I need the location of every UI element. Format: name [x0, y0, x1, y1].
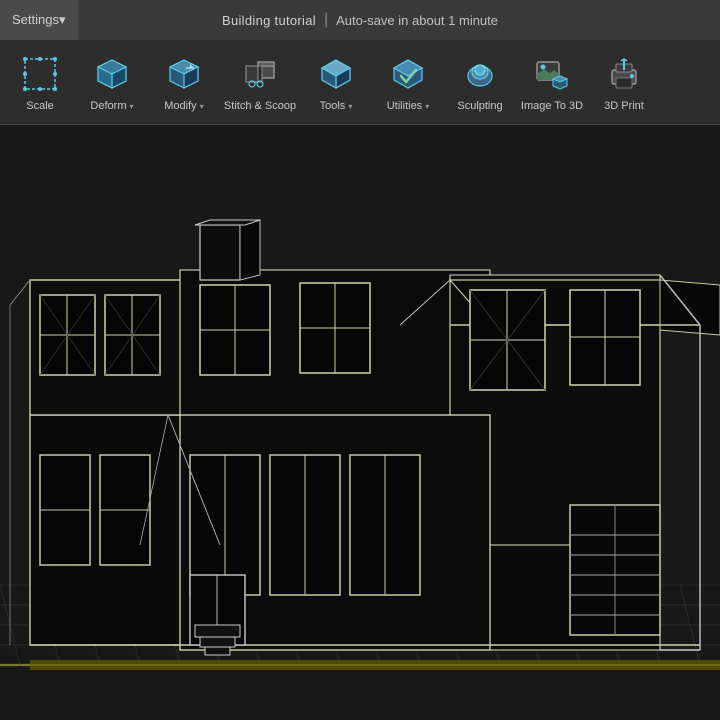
stitch-scoop-icon — [238, 52, 282, 96]
sculpting-icon — [458, 52, 502, 96]
toolbar-item-scale[interactable]: Scale — [4, 42, 76, 122]
toolbar: Scale Deform ▾ Modify ▾ — [0, 40, 720, 125]
image-to-3d-label: Image To 3D — [521, 100, 583, 112]
tools-icon — [314, 52, 358, 96]
3d-print-icon — [602, 52, 646, 96]
toolbar-item-image-to-3d[interactable]: Image To 3D — [516, 42, 588, 122]
stitch-scoop-label: Stitch & Scoop — [224, 100, 296, 112]
settings-label: Settings▾ — [12, 12, 66, 28]
toolbar-item-utilities[interactable]: Utilities ▾ — [372, 42, 444, 122]
project-title: Building tutorial — [222, 13, 316, 28]
3d-scene — [0, 125, 720, 720]
autosave-status: Auto-save in about 1 minute — [336, 13, 498, 28]
viewport[interactable] — [0, 125, 720, 720]
scale-label: Scale — [26, 100, 54, 112]
modify-label: Modify ▾ — [164, 100, 203, 112]
title-separator: | — [324, 11, 328, 29]
utilities-icon — [386, 52, 430, 96]
toolbar-item-modify[interactable]: Modify ▾ — [148, 42, 220, 122]
toolbar-item-deform[interactable]: Deform ▾ — [76, 42, 148, 122]
3d-print-label: 3D Print — [604, 100, 644, 112]
image-to-3d-icon — [530, 52, 574, 96]
settings-menu[interactable]: Settings▾ — [0, 0, 78, 40]
utilities-label: Utilities ▾ — [387, 100, 430, 112]
deform-label: Deform ▾ — [90, 100, 133, 112]
modify-icon — [162, 52, 206, 96]
toolbar-item-sculpting[interactable]: Sculpting — [444, 42, 516, 122]
scale-icon — [18, 52, 62, 96]
sculpting-label: Sculpting — [457, 100, 502, 112]
tools-label: Tools ▾ — [320, 100, 353, 112]
toolbar-item-3d-print[interactable]: 3D Print — [588, 42, 660, 122]
toolbar-item-stitch-scoop[interactable]: Stitch & Scoop — [220, 42, 300, 122]
deform-icon — [90, 52, 134, 96]
title-bar: Settings▾ Building tutorial | Auto-save … — [0, 0, 720, 40]
house-scene-svg — [0, 125, 720, 720]
toolbar-item-tools[interactable]: Tools ▾ — [300, 42, 372, 122]
